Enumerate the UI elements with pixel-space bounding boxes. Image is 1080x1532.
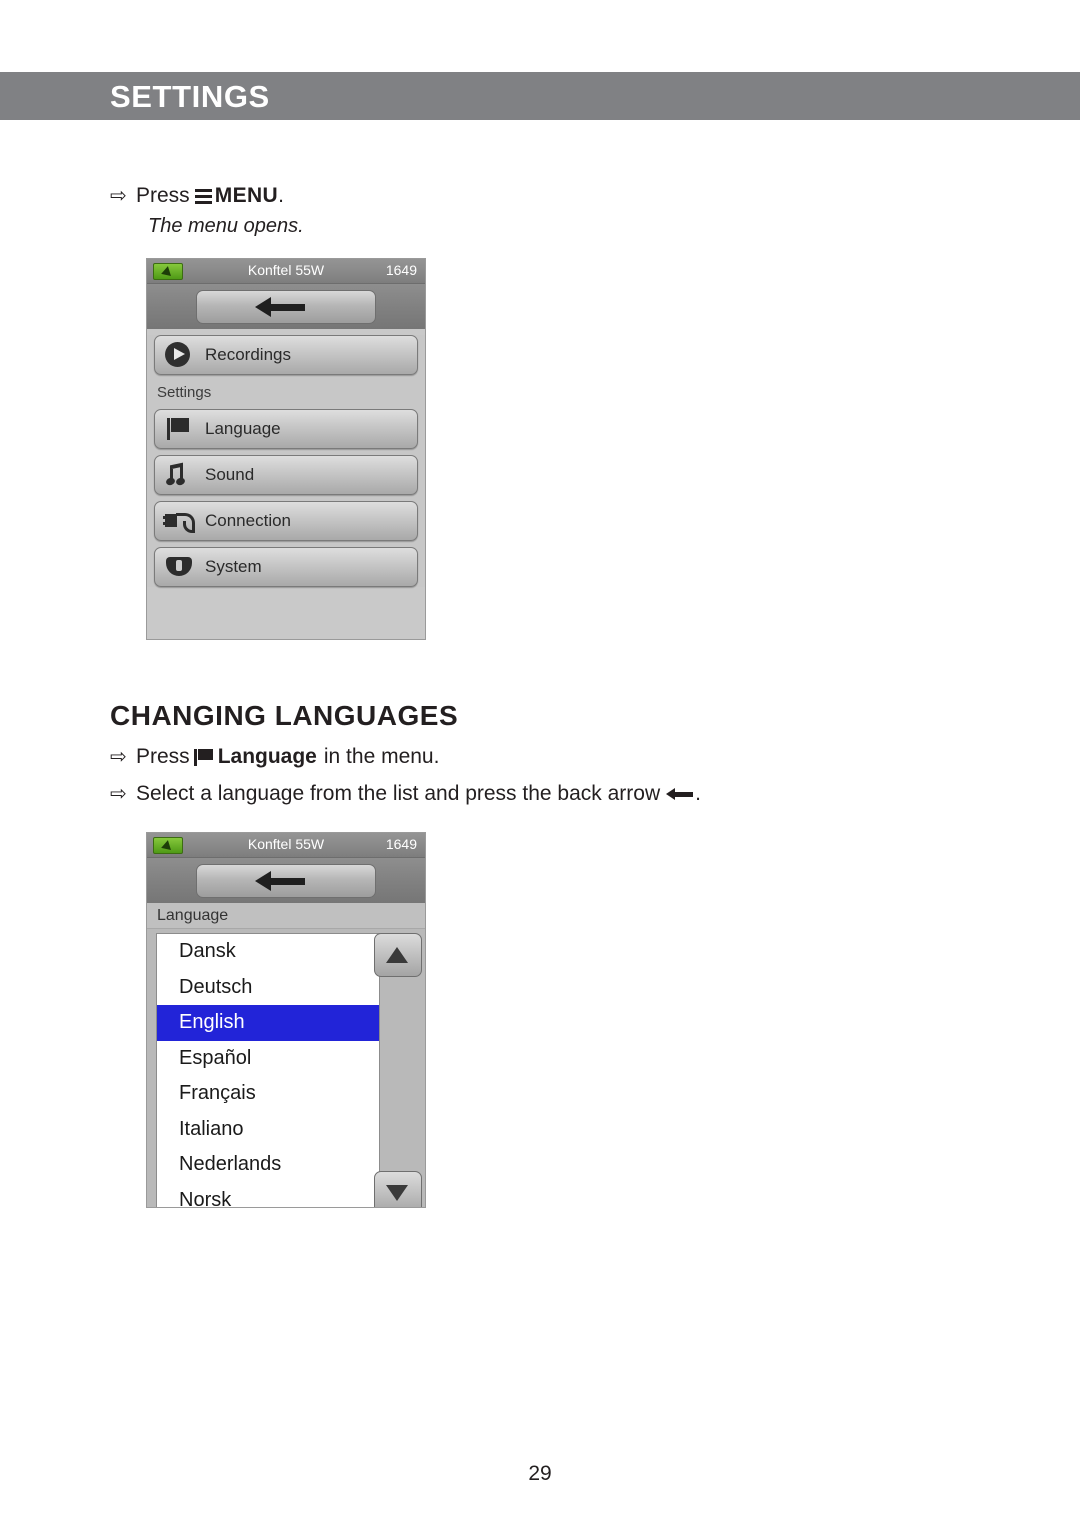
- triangle-up-icon: [386, 947, 408, 963]
- instruction-select-language: ⇨ Select a language from the list and pr…: [110, 782, 701, 806]
- device-status-bar: Konftel 55W 1649: [147, 833, 425, 858]
- scroll-controls: [374, 933, 422, 1207]
- scroll-down-button[interactable]: [374, 1171, 422, 1207]
- device-screenshot-menu: Konftel 55W 1649 Recordings Settings Lan…: [146, 258, 426, 640]
- back-button[interactable]: [196, 863, 376, 898]
- arrow-bullet-icon: ⇨: [110, 185, 127, 207]
- page-number: 29: [528, 1462, 552, 1485]
- menu-item-system[interactable]: System: [154, 547, 418, 587]
- list-item[interactable]: Deutsch: [157, 970, 379, 1006]
- menu-item-label: Connection: [205, 511, 292, 530]
- scroll-up-button[interactable]: [374, 933, 422, 977]
- flag-icon: [163, 416, 197, 442]
- arrow-bullet-icon: ⇨: [110, 746, 127, 768]
- flag-icon: [193, 748, 214, 766]
- arrow-bullet-icon: ⇨: [110, 783, 127, 805]
- triangle-down-icon: [386, 1185, 408, 1201]
- menu-item-label: System: [205, 557, 262, 576]
- select-language-label: Select a language from the list and pres…: [136, 782, 661, 805]
- list-item[interactable]: Español: [157, 1041, 379, 1077]
- language-list-title: Language: [147, 903, 425, 929]
- list-item[interactable]: Nederlands: [157, 1147, 379, 1183]
- section-title-changing-languages: CHANGING LANGUAGES: [110, 700, 459, 731]
- menu-hamburger-icon: [194, 188, 212, 204]
- menu-button-label: MENU: [214, 184, 279, 207]
- device-clock: 1649: [385, 836, 417, 852]
- menu-item-connection[interactable]: Connection: [154, 501, 418, 541]
- press-label: Press: [136, 184, 190, 207]
- list-item[interactable]: Norsk: [157, 1183, 379, 1208]
- device-back-bar: [147, 284, 425, 329]
- instruction-press-language: ⇨ Press Language in the menu.: [110, 745, 439, 769]
- menu-item-sound[interactable]: Sound: [154, 455, 418, 495]
- period: .: [695, 782, 701, 805]
- menu-item-language[interactable]: Language: [154, 409, 418, 449]
- back-arrow-icon: [255, 870, 271, 891]
- play-icon: [163, 342, 197, 368]
- language-list-area: Dansk Deutsch English Español Français I…: [147, 929, 425, 1208]
- device-menu-body: Recordings Settings Language Sound Conne…: [147, 335, 425, 587]
- device-name-label: Konftel 55W: [247, 262, 325, 278]
- instruction-press-menu: ⇨ Press MENU .: [110, 184, 284, 208]
- list-item[interactable]: Italiano: [157, 1112, 379, 1148]
- in-the-menu-label: in the menu.: [323, 745, 440, 768]
- system-cone-icon: [163, 554, 197, 580]
- language-listbox[interactable]: Dansk Deutsch English Español Français I…: [156, 933, 380, 1208]
- press-label: Press: [136, 745, 190, 768]
- device-clock: 1649: [385, 262, 417, 278]
- menu-group-settings-label: Settings: [157, 384, 212, 401]
- menu-opens-note: The menu opens.: [148, 215, 304, 237]
- connection-plug-icon: [163, 508, 197, 534]
- device-status-bar: Konftel 55W 1649: [147, 259, 425, 284]
- music-note-icon: [163, 462, 197, 488]
- device-back-bar: [147, 858, 425, 903]
- menu-item-recordings[interactable]: Recordings: [154, 335, 418, 375]
- menu-item-label: Language: [205, 419, 281, 438]
- device-name-label: Konftel 55W: [247, 836, 325, 852]
- list-item[interactable]: Dansk: [157, 934, 379, 970]
- list-item[interactable]: Français: [157, 1076, 379, 1112]
- device-screenshot-language: Konftel 55W 1649 Language Dansk Deutsch …: [146, 832, 426, 1208]
- period: .: [278, 184, 284, 207]
- menu-item-label: Recordings: [205, 345, 291, 364]
- list-item-selected[interactable]: English: [157, 1005, 379, 1041]
- back-arrow-icon: [255, 296, 271, 317]
- language-bold-label: Language: [217, 745, 317, 768]
- menu-item-label: Sound: [205, 465, 255, 484]
- page-title: SETTINGS: [110, 79, 270, 114]
- back-button[interactable]: [196, 289, 376, 324]
- back-arrow-icon: [666, 788, 694, 800]
